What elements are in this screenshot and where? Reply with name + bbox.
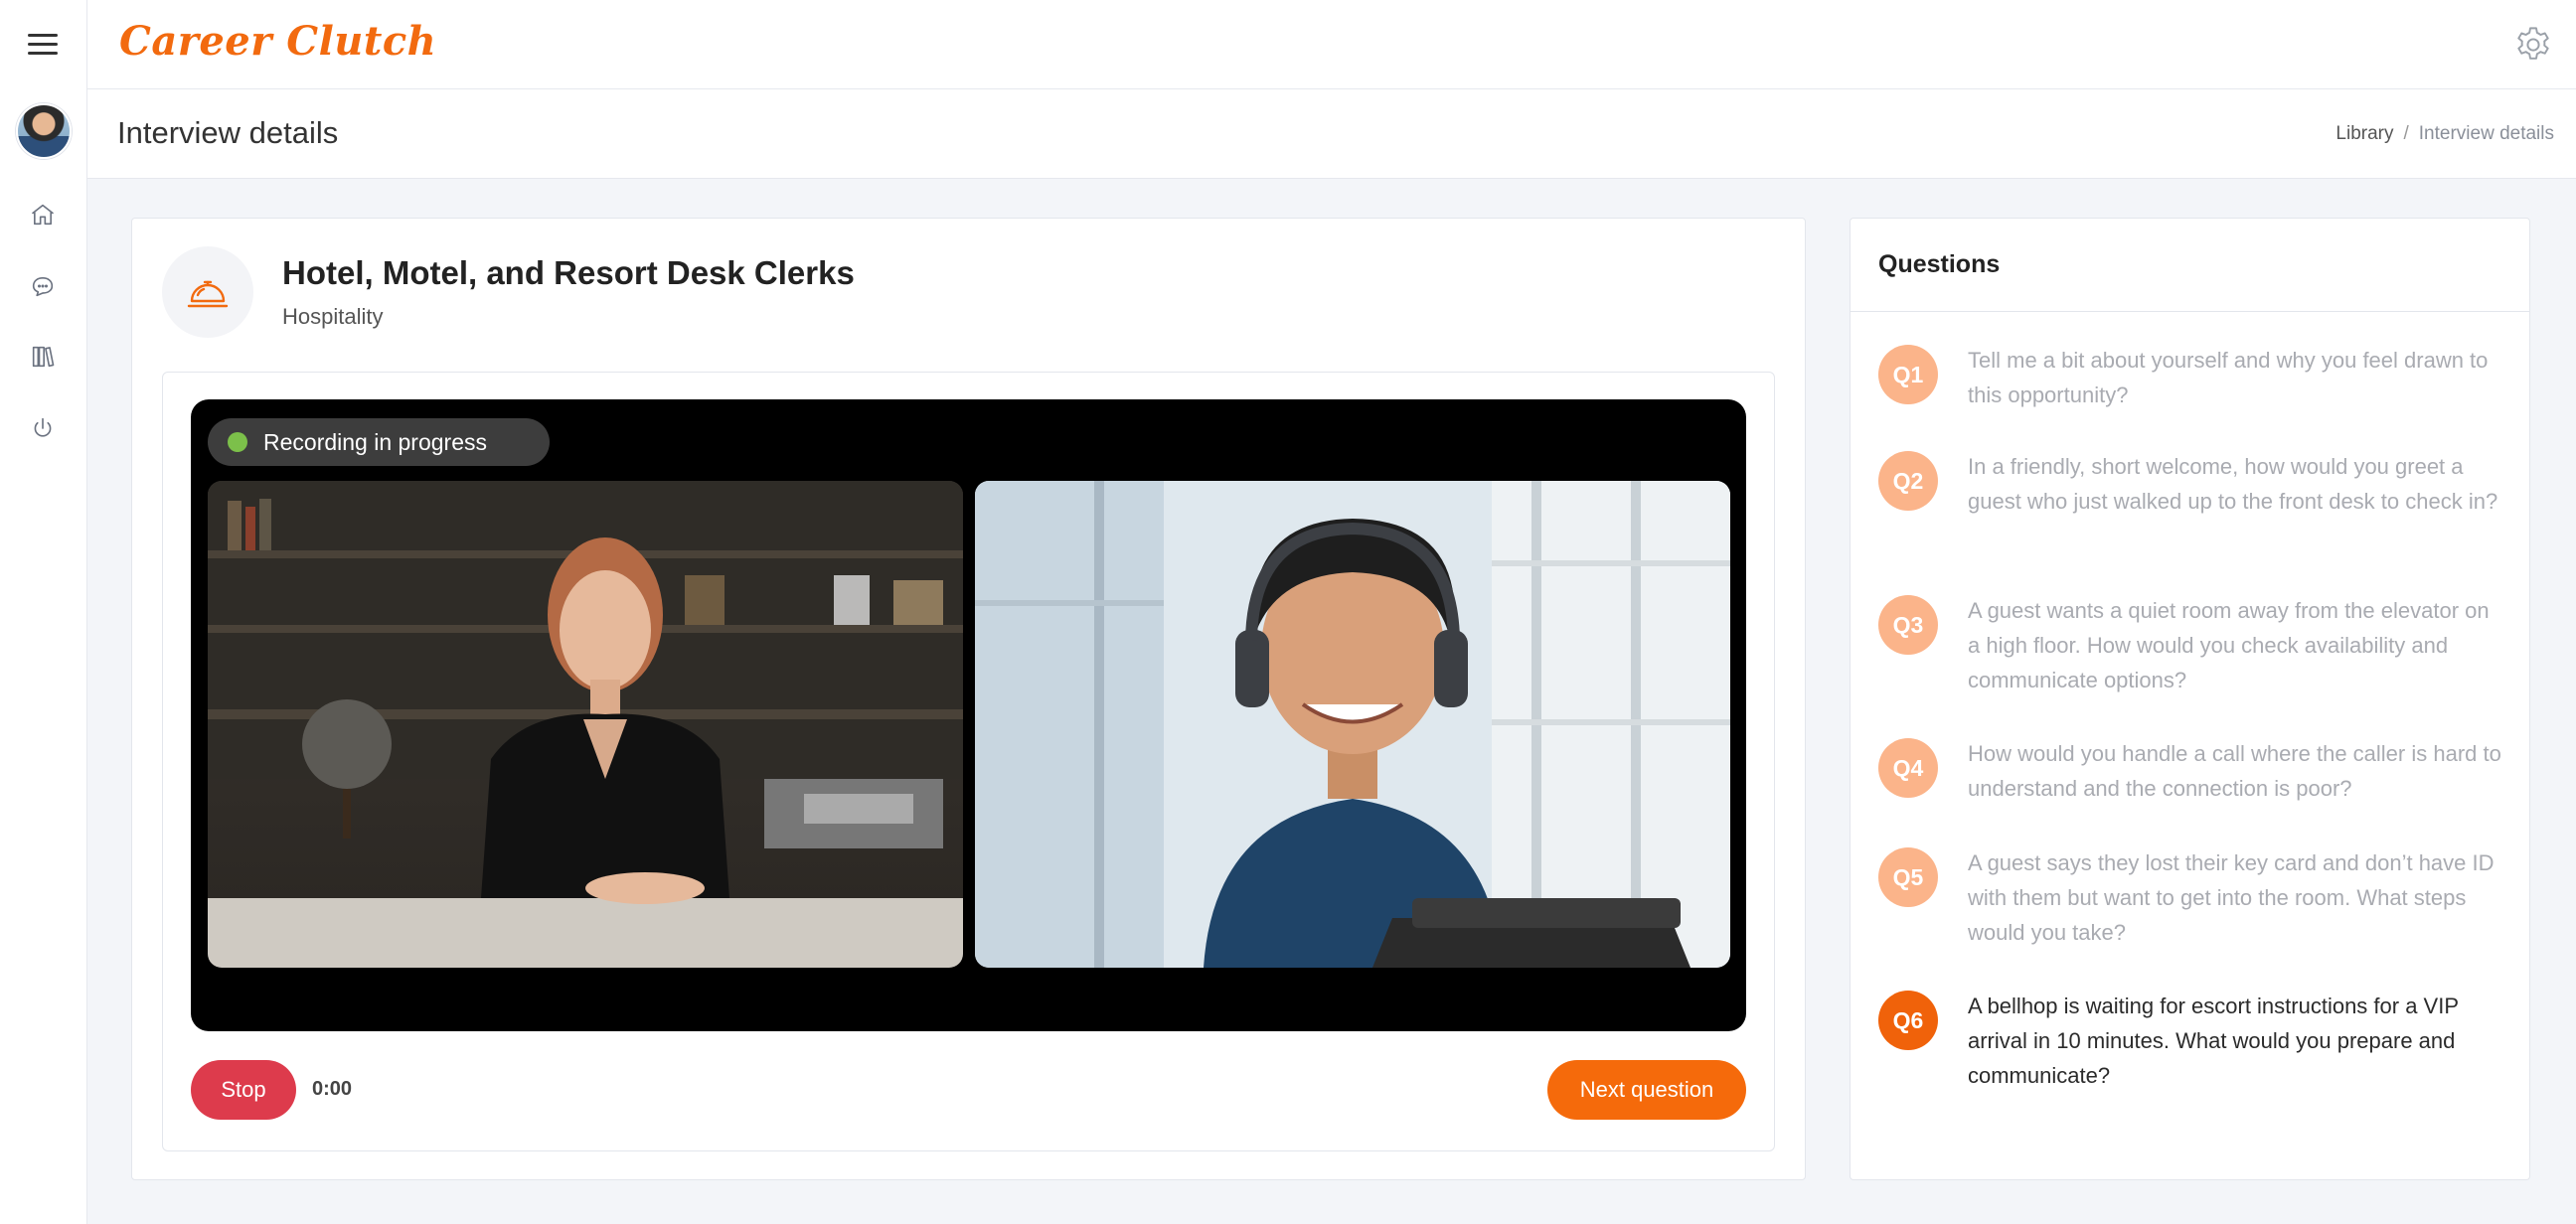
home-icon[interactable] xyxy=(28,200,58,230)
question-badge: Q6 xyxy=(1878,991,1938,1050)
question-text: A bellhop is waiting for escort instruct… xyxy=(1968,994,2459,1088)
breadcrumb: Library / Interview details xyxy=(2335,123,2554,145)
chat-icon[interactable] xyxy=(28,271,58,301)
recording-indicator-icon xyxy=(228,432,247,452)
gear-icon[interactable] xyxy=(2512,24,2554,66)
breadcrumb-separator: / xyxy=(2403,123,2409,144)
top-bar: Career Clutch xyxy=(87,0,2576,89)
question-text: Tell me a bit about yourself and why you… xyxy=(1968,348,2489,407)
question-badge: Q2 xyxy=(1878,451,1938,511)
question-text: How would you handle a call where the ca… xyxy=(1968,741,2501,801)
left-sidebar xyxy=(0,0,87,1224)
interviewer-video xyxy=(208,481,963,968)
question-badge: Q1 xyxy=(1878,345,1938,404)
question-text: In a friendly, short welcome, how would … xyxy=(1968,454,2498,514)
job-category: Hospitality xyxy=(282,304,384,329)
question-text: A guest wants a quiet room away from the… xyxy=(1968,598,2490,692)
job-icon-container xyxy=(162,246,253,338)
breadcrumb-current: Interview details xyxy=(2418,123,2554,144)
service-bell-icon xyxy=(187,280,229,308)
recording-panel: Recording in progress Stop 0:00 Next que… xyxy=(162,372,1775,1151)
power-icon[interactable] xyxy=(28,413,58,443)
title-bar: Interview details Library / Interview deta… xyxy=(87,89,2576,179)
candidate-video xyxy=(975,481,1730,968)
question-badge: Q3 xyxy=(1878,595,1938,655)
questions-heading: Questions xyxy=(1851,219,2529,312)
next-question-button[interactable]: Next question xyxy=(1547,1060,1746,1120)
questions-panel: Questions Q1 Tell me a bit about yoursel… xyxy=(1850,218,2530,1180)
library-icon[interactable] xyxy=(28,342,58,372)
recording-timer: 0:00 xyxy=(312,1078,353,1100)
brand-logo[interactable]: Career Clutch xyxy=(119,18,436,65)
question-badge: Q5 xyxy=(1878,847,1938,907)
question-badge: Q4 xyxy=(1878,738,1938,798)
video-stage: Recording in progress xyxy=(191,399,1746,1031)
breadcrumb-library-link[interactable]: Library xyxy=(2335,123,2393,144)
page-title: Interview details xyxy=(117,115,339,150)
recording-status-badge: Recording in progress xyxy=(208,418,550,466)
job-title: Hotel, Motel, and Resort Desk Clerks xyxy=(282,254,855,291)
stop-button[interactable]: Stop xyxy=(191,1060,296,1120)
avatar[interactable] xyxy=(16,103,72,159)
recording-status-text: Recording in progress xyxy=(263,428,488,455)
interview-card: Hotel, Motel, and Resort Desk Clerks Hos… xyxy=(131,218,1806,1180)
question-text: A guest says they lost their key card an… xyxy=(1968,850,2495,945)
menu-icon[interactable] xyxy=(28,34,58,56)
